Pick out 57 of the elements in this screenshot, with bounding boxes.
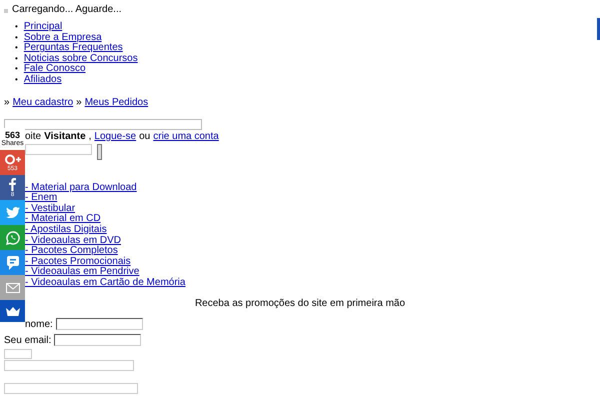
bullet-icon: • [15,74,18,86]
text-field[interactable] [4,118,202,130]
search-button[interactable] [97,144,102,160]
bullet-icon: • [15,43,18,54]
loading-text: Carregando... Aguarde... [12,4,122,15]
loading-icon [4,9,8,13]
google-plus-icon [4,154,20,164]
envelope-icon [6,282,20,292]
breadcrumb-separator: » [4,96,10,109]
breadcrumb-link[interactable]: Meu cadastro [12,96,74,109]
signup-link[interactable]: crie uma conta [153,130,219,143]
phone-bubble-icon [6,230,20,244]
bullet-icon: • [15,64,18,75]
crown-icon [6,306,20,316]
category-link[interactable]: - Videoaulas em Cartão de Memória [25,278,186,288]
category-link[interactable]: - Enem [25,193,58,204]
comma-text: , [88,130,92,143]
text-field[interactable] [4,382,138,394]
welcome-text: oite [25,130,42,143]
name-field[interactable] [56,318,143,330]
bullet-icon: • [15,22,18,33]
text-field[interactable] [4,360,134,370]
submit-button[interactable] [4,348,32,358]
category-link[interactable]: - Apostilas Digitais [25,224,107,236]
category-link[interactable]: - Videoaulas em Pendrive [25,267,140,278]
login-link[interactable]: Logue-se [94,130,136,143]
category-link[interactable]: - Pacotes Completos [25,246,118,257]
nav-link[interactable]: Noticias sobre Concursos [24,54,138,64]
breadcrumb-link[interactable]: Meus Pedidos [84,96,148,109]
category-link[interactable]: - Material em CD [25,214,101,225]
bullet-icon: • [15,32,18,44]
share-count: 563 [4,130,20,140]
nav-link[interactable]: Principal [24,22,62,33]
category-link[interactable]: - Videoaulas em DVD [25,236,121,246]
visitor-name: Visitante [44,130,86,143]
share-button[interactable] [0,225,25,250]
or-text: ou [139,130,150,143]
bullet-icon: • [15,54,18,64]
category-link[interactable]: - Material para Download [25,182,137,194]
nav-link[interactable]: Afiliados [24,74,62,86]
facebook-icon [9,178,16,190]
name-label: nome: [25,318,53,330]
nav-link[interactable]: Perguntas Frequentes [24,43,123,54]
category-link[interactable]: - Vestibular [25,204,76,214]
category-link[interactable]: - Pacotes Promocionais [25,256,131,268]
bird-icon [6,207,20,218]
email-label: Seu email: [4,334,52,346]
chat-icon [6,256,18,270]
share-button[interactable] [0,300,25,322]
email-field[interactable] [54,334,142,346]
breadcrumb-separator: » [76,96,82,109]
newsletter-heading: Receba as promoções do site em primeira mão [194,298,406,310]
nav-link[interactable]: Sobre a Empresa [24,32,102,44]
scroll-marker [597,18,600,40]
share-button[interactable] [0,250,25,275]
search-field[interactable] [25,144,92,155]
nav-link[interactable]: Fale Conosco [24,64,86,75]
